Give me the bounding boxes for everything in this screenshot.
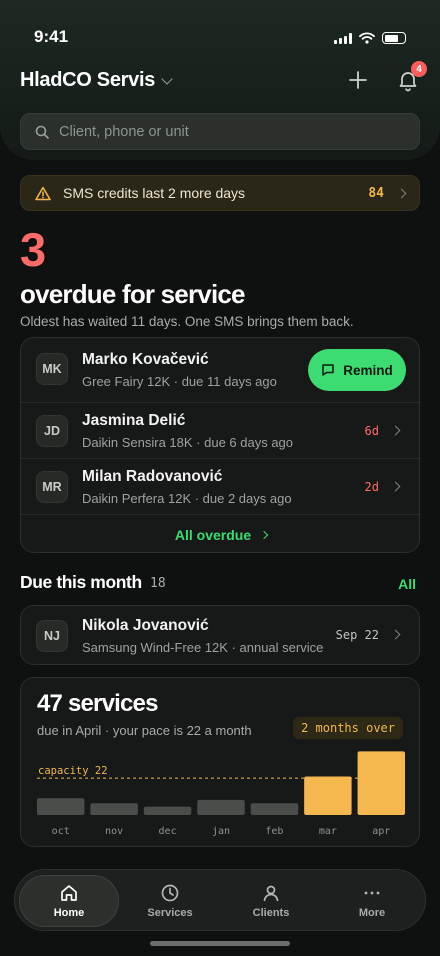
chevron-right-icon [259, 530, 269, 539]
user-icon [263, 885, 279, 902]
chart-tick-label: jan [212, 826, 230, 837]
overdue-subtitle: Oldest has waited 11 days. One SMS bring… [20, 314, 354, 329]
chevron-right-icon [390, 481, 401, 492]
sms-banner-text: SMS credits last 2 more days [63, 185, 246, 201]
list-item[interactable]: JD Jasmina Delić Daikin Sensira 18K · du… [21, 402, 421, 458]
clock-icon [161, 884, 179, 902]
more-icon [364, 891, 380, 895]
all-overdue-link[interactable]: All overdue [21, 514, 421, 554]
remind-button[interactable]: Remind [308, 349, 406, 391]
due-month-count: 18 [150, 576, 166, 591]
avatar: NJ [36, 620, 68, 652]
client-name: Nikola Jovanović [82, 617, 209, 634]
due-month-all-link[interactable]: All [398, 576, 416, 592]
services-subtitle: due in April · your pace is 22 a month [37, 723, 252, 738]
services-bar-chart: oct nov dec jan feb mar apr capacity 22 [37, 751, 405, 837]
chart-tick-label: dec [159, 826, 177, 837]
list-item[interactable]: MK Marko Kovačević Gree Fairy 12K · due … [21, 338, 421, 402]
remind-label: Remind [343, 362, 393, 378]
wifi-icon [359, 32, 375, 44]
chart-tick-label: feb [265, 826, 283, 837]
search-input[interactable] [59, 123, 389, 140]
chart-bar-feb [250, 803, 299, 815]
chevron-right-icon [396, 188, 407, 198]
services-title: 47 services [37, 690, 158, 717]
chevron-right-icon [390, 629, 401, 640]
overdue-count: 3 [20, 223, 46, 276]
status-icons [334, 32, 406, 44]
chart-bar-mar [304, 776, 352, 815]
add-button[interactable] [346, 68, 370, 92]
client-detail: Daikin Sensira 18K · due 6 days ago [82, 435, 294, 450]
avatar: JD [36, 415, 68, 447]
client-detail: Gree Fairy 12K · due 11 days ago [82, 374, 277, 389]
app-header: 9:41 HladCO Servis 4 [0, 0, 440, 160]
search-icon [35, 125, 49, 139]
signal-icon [334, 32, 352, 44]
client-name: Marko Kovačević [82, 351, 209, 368]
notification-badge: 4 [411, 61, 427, 77]
app-title: HladCO Servis [20, 69, 156, 91]
home-icon [61, 885, 77, 901]
chart-bar-apr [357, 751, 405, 815]
list-item[interactable]: MR Milan Radovanović Daikin Perfera 12K … [21, 458, 421, 514]
list-item[interactable]: NJ Nikola Jovanović Samsung Wind-Free 12… [21, 606, 421, 666]
all-overdue-label: All overdue [174, 526, 252, 543]
tab-more[interactable]: More [322, 875, 422, 927]
tab-label: Home [53, 907, 85, 919]
status-time: 9:41 [34, 27, 69, 46]
chart-bar-nov [90, 803, 138, 815]
tab-label: Clients [252, 907, 290, 919]
client-detail: Daikin Perfera 12K · due 2 days ago [82, 491, 292, 506]
services-card[interactable]: 47 services due in April · your pace is … [20, 677, 420, 847]
chart-bar-dec [143, 806, 192, 815]
due-month-list: NJ Nikola Jovanović Samsung Wind-Free 12… [20, 605, 420, 665]
capacity-label: capacity 22 [38, 765, 108, 777]
due-date: Sep 22 [335, 628, 379, 642]
overdue-list: MK Marko Kovačević Gree Fairy 12K · due … [20, 337, 421, 554]
warning-icon [35, 186, 51, 200]
overdue-days: 6d [364, 424, 379, 438]
battery-icon [382, 32, 406, 44]
chevron-down-icon [161, 72, 173, 85]
chart-tick-label: nov [105, 826, 123, 837]
over-capacity-badge: 2 months over [293, 717, 403, 739]
sms-credit-count: 84 [368, 185, 384, 201]
overdue-title: overdue for service [20, 279, 246, 309]
sms-credits-banner[interactable]: SMS credits last 2 more days 84 [20, 175, 420, 211]
avatar: MK [36, 353, 68, 385]
tab-label: Services [147, 907, 193, 919]
tab-clients[interactable]: Clients [221, 875, 321, 927]
tab-services[interactable]: Services [120, 875, 220, 927]
chart-tick-label: apr [372, 826, 390, 837]
chevron-right-icon [390, 425, 401, 436]
chart-tick-label: oct [52, 826, 70, 837]
overdue-days: 2d [364, 480, 379, 494]
avatar: MR [36, 471, 68, 503]
search-bar[interactable] [20, 113, 420, 150]
tab-label: More [358, 907, 386, 919]
message-icon [322, 364, 334, 376]
client-name: Jasmina Delić [82, 412, 186, 429]
client-detail: Samsung Wind-Free 12K · annual service [82, 640, 324, 655]
home-indicator [150, 941, 290, 946]
chart-tick-label: mar [319, 826, 337, 837]
tab-home[interactable]: Home [19, 875, 119, 927]
workspace-switcher[interactable]: HladCO Servis [20, 69, 173, 92]
due-month-title: Due this month [20, 572, 142, 592]
chart-bar-oct [37, 798, 85, 815]
tab-bar: Home Services Clients More [14, 869, 426, 931]
chart-bar-jan [197, 799, 245, 815]
client-name: Milan Radovanović [82, 468, 223, 485]
plus-icon [349, 71, 367, 89]
